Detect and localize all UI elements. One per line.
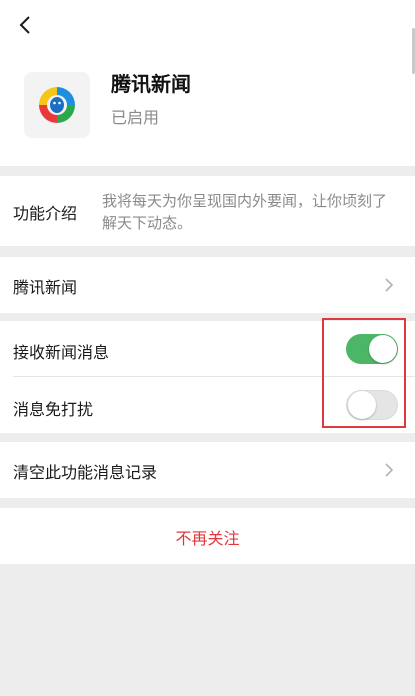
highlight-box	[322, 318, 406, 428]
receive-news-label: 接收新闻消息	[13, 343, 110, 362]
tencent-news-logo-icon	[24, 72, 90, 138]
app-status: 已启用	[111, 108, 160, 127]
do-not-disturb-label: 消息免打扰	[13, 400, 94, 419]
intro-label: 功能介绍	[13, 204, 78, 223]
clear-history-label: 清空此功能消息记录	[13, 463, 158, 482]
unfollow-section: 不再关注	[0, 508, 415, 564]
chevron-right-icon	[385, 278, 394, 292]
chevron-right-icon	[385, 463, 394, 477]
intro-section: 功能介绍 我将每天为你呈现国内外要闻，让你顷刻了解天下动态。	[0, 176, 415, 246]
chevron-left-icon	[19, 16, 30, 34]
account-row[interactable]: 腾讯新闻	[0, 257, 415, 313]
app-header: 腾讯新闻 已启用	[0, 0, 415, 166]
intro-text: 我将每天为你呈现国内外要闻，让你顷刻了解天下动态。	[102, 192, 388, 232]
back-button[interactable]	[12, 12, 40, 40]
unfollow-button[interactable]: 不再关注	[0, 525, 415, 549]
clear-history-row[interactable]: 清空此功能消息记录	[0, 442, 415, 498]
app-name: 腾讯新闻	[111, 72, 191, 96]
account-row-label: 腾讯新闻	[13, 278, 78, 297]
